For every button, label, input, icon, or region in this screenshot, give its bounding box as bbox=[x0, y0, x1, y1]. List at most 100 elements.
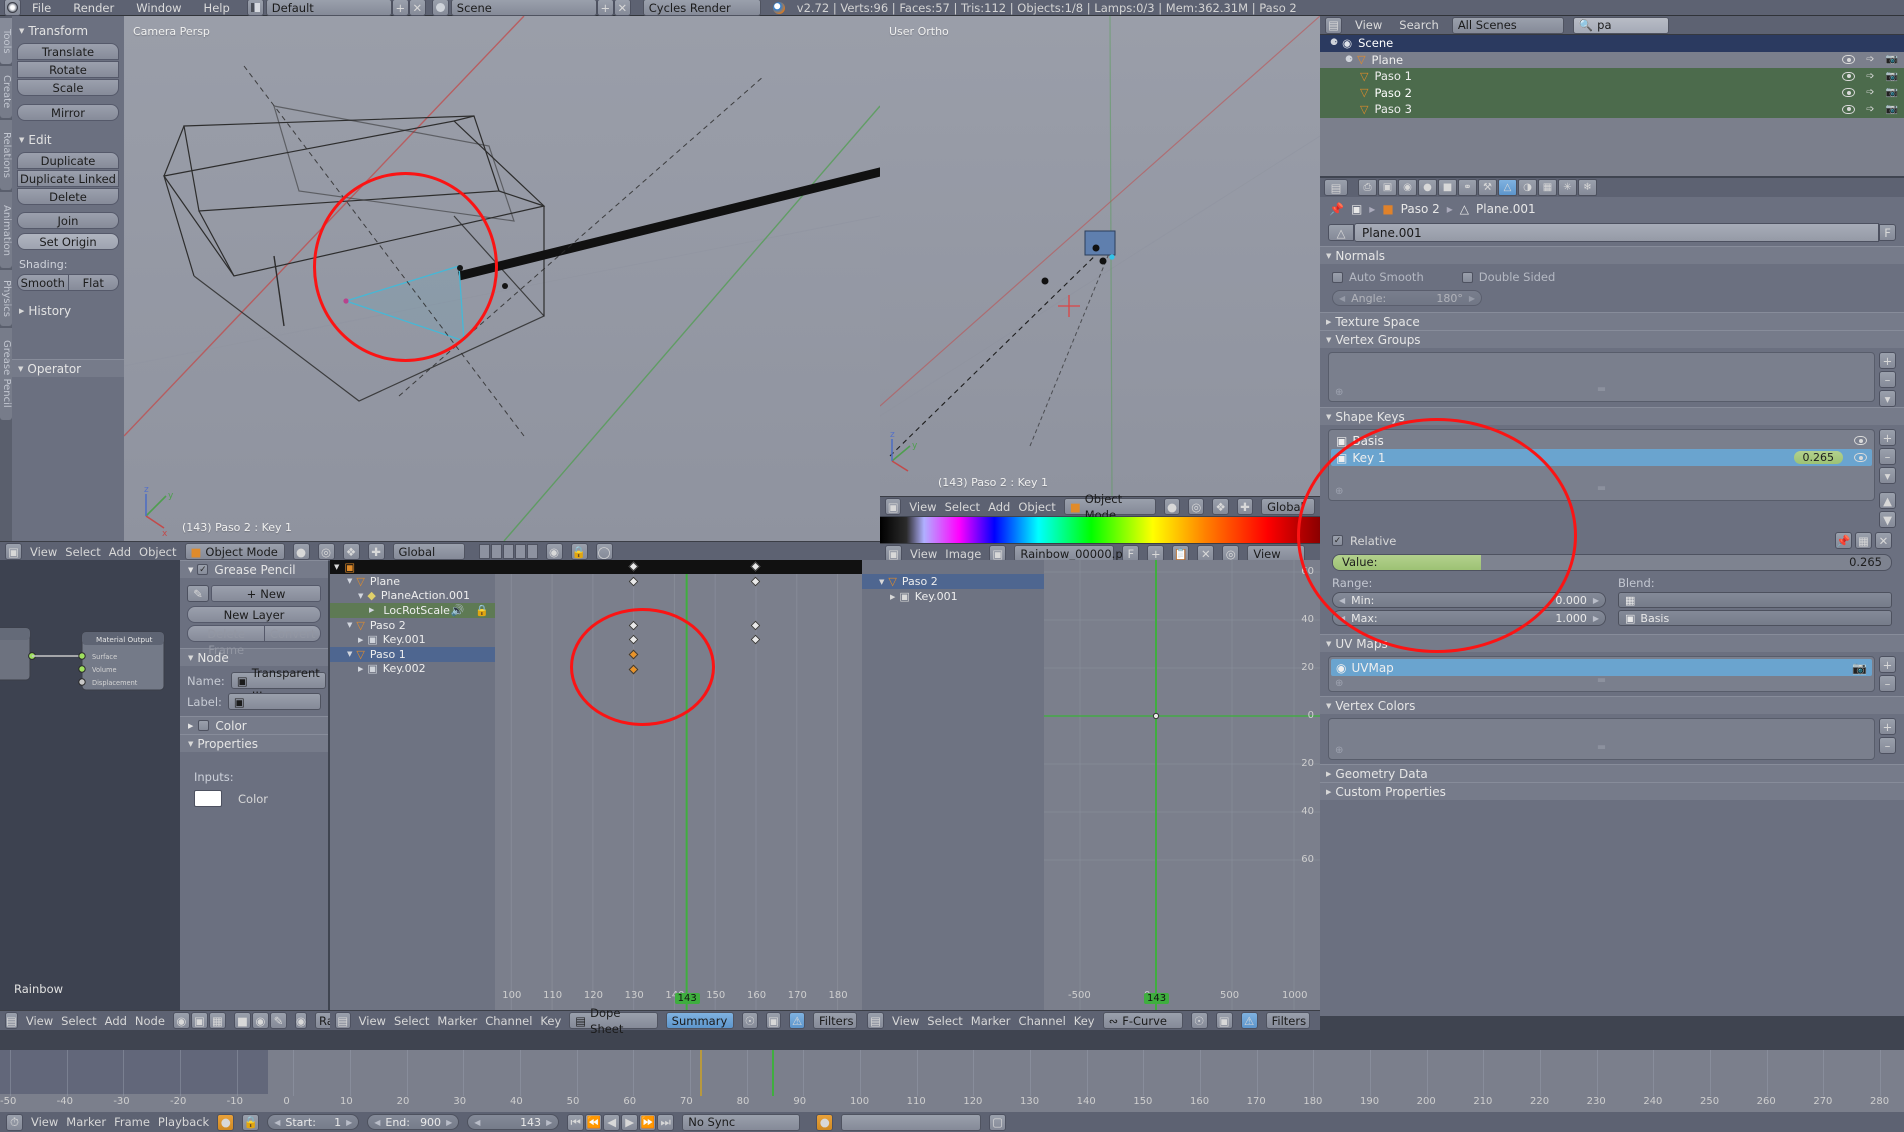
render-engine-select[interactable]: Cycles Render bbox=[642, 0, 761, 16]
vp1-menu-object[interactable]: Object bbox=[139, 545, 176, 559]
keyframe-marker[interactable] bbox=[751, 620, 761, 631]
outliner-row-paso-2[interactable]: ▽ Paso 2 ➩ 📷 bbox=[1320, 84, 1904, 101]
move-shape-key-down-button[interactable]: ▼ bbox=[1879, 511, 1896, 528]
dopesheet-channel-planeaction-001[interactable]: ▼ ◆ PlaneAction.001 bbox=[330, 589, 495, 604]
ne-texture-icon[interactable]: ▦ bbox=[208, 1012, 226, 1029]
duplicate-button[interactable]: Duplicate bbox=[17, 152, 119, 169]
shape-key-vertex-group-field[interactable]: ▦ bbox=[1618, 592, 1892, 608]
tl-menu-marker[interactable]: Marker bbox=[66, 1115, 106, 1129]
graph-editor-curve-area[interactable]: 6040200204060 -50005001000143 bbox=[1044, 560, 1320, 1010]
dopesheet-editor-type-icon[interactable]: ▤ bbox=[335, 1012, 351, 1029]
vp1-lock-icon[interactable]: 🔒 bbox=[570, 543, 588, 560]
ne-shader-type-icon[interactable]: ◉ bbox=[172, 1012, 190, 1029]
ds-only-selected-icon[interactable]: ☉ bbox=[742, 1012, 758, 1029]
dopesheet-keyframe-area[interactable]: 100110120130140150160170180143 bbox=[495, 560, 862, 1010]
translate-button[interactable]: Translate bbox=[17, 43, 119, 60]
edit-section-header[interactable]: Edit bbox=[19, 133, 119, 147]
properties-tab-texture-icon[interactable]: ▦ bbox=[1538, 179, 1557, 196]
mirror-button[interactable]: Mirror bbox=[17, 104, 119, 121]
keyframe-marker[interactable] bbox=[751, 576, 761, 587]
double-sided-checkbox[interactable] bbox=[1461, 271, 1473, 283]
ne-world-shader-icon[interactable]: ◉ bbox=[251, 1012, 269, 1029]
gr-menu-view[interactable]: View bbox=[892, 1014, 919, 1028]
prev-keyframe-button[interactable]: ⏪ bbox=[585, 1113, 603, 1131]
dopesheet-channel-paso-2[interactable]: ▼ ▽ Paso 2 bbox=[330, 618, 495, 633]
timeline-editor-type-icon[interactable]: ⏱ bbox=[6, 1113, 23, 1131]
vp1-proportional-icon[interactable]: ◯ bbox=[595, 543, 613, 560]
vertex-group-specials-button[interactable]: ▾ bbox=[1879, 390, 1896, 407]
add-vertex-group-button[interactable]: + bbox=[1879, 352, 1896, 369]
scale-button[interactable]: Scale bbox=[17, 79, 119, 96]
properties-tab-modifiers-icon[interactable]: ⚒ bbox=[1478, 179, 1497, 196]
remove-shape-key-button[interactable]: – bbox=[1879, 448, 1896, 465]
tl-auto-key-icon[interactable]: ● bbox=[217, 1113, 235, 1131]
gr-show-hidden-icon[interactable]: ▣ bbox=[1215, 1012, 1233, 1029]
node-editor-type-icon[interactable]: ▤ bbox=[5, 1012, 18, 1029]
vertex-groups-section-header[interactable]: Vertex Groups bbox=[1320, 330, 1904, 348]
grease-pencil-new-button[interactable]: + New bbox=[211, 585, 321, 602]
gr-show-errors-icon[interactable]: ⚠ bbox=[1240, 1012, 1258, 1029]
uv-map-camera-icon[interactable]: 📷 bbox=[1852, 661, 1867, 675]
keyframe-marker[interactable] bbox=[628, 649, 639, 660]
outliner-row-plane[interactable]: ⚈ ▽ Plane ➩ 📷 bbox=[1320, 52, 1904, 69]
tab-relations[interactable]: Relations bbox=[0, 120, 12, 190]
auto-smooth-row[interactable]: Auto Smooth bbox=[1332, 270, 1424, 284]
scene-select[interactable]: Scene bbox=[450, 0, 597, 16]
remove-vertex-group-button[interactable]: – bbox=[1879, 371, 1896, 388]
vp2-menu-select[interactable]: Select bbox=[945, 500, 980, 514]
menu-help[interactable]: Help bbox=[193, 1, 241, 15]
properties-tab-world-icon[interactable]: ● bbox=[1418, 179, 1437, 196]
shape-key-mute-icon[interactable] bbox=[1854, 436, 1867, 445]
vp1-menu-view[interactable]: View bbox=[30, 545, 57, 559]
dopesheet-channel-key-001[interactable]: ▶ ▣ Key.001 bbox=[330, 632, 495, 647]
ne-compositor-icon[interactable]: ▣ bbox=[190, 1012, 208, 1029]
breadcrumb-object[interactable]: Paso 2 bbox=[1401, 202, 1440, 216]
ne-lamp-shader-icon[interactable]: ✎ bbox=[269, 1012, 287, 1029]
shape-keys-section-header[interactable]: Shape Keys bbox=[1320, 407, 1904, 425]
keyframe-marker[interactable] bbox=[628, 620, 639, 631]
properties-editor-type-icon[interactable]: ▤ bbox=[1324, 179, 1348, 196]
shape-key-mute-icon[interactable] bbox=[1854, 453, 1867, 462]
ie-menu-view[interactable]: View bbox=[910, 547, 937, 561]
shape-key-min-field[interactable]: ◀ Min: 0.000 ▶ bbox=[1332, 592, 1606, 608]
vp1-menu-add[interactable]: Add bbox=[109, 545, 131, 559]
visibility-toggle-icon[interactable] bbox=[1842, 55, 1856, 65]
ds-show-hidden-icon[interactable]: ▣ bbox=[765, 1012, 782, 1029]
graph-channel-key-001[interactable]: ▶ ▣ Key.001 bbox=[862, 589, 1044, 604]
vp2-snap-icon[interactable]: ❖ bbox=[1212, 498, 1229, 515]
properties-tab-constraints-icon[interactable]: ⚭ bbox=[1458, 179, 1477, 196]
properties-tab-particles-icon[interactable]: ✳ bbox=[1558, 179, 1577, 196]
geometry-data-section-header[interactable]: Geometry Data bbox=[1320, 764, 1904, 782]
uv-maps-list[interactable]: ◉ UVMap 📷 ⊕ ═ bbox=[1328, 656, 1875, 692]
keyframe-marker[interactable] bbox=[628, 576, 639, 587]
vertex-colors-section-header[interactable]: Vertex Colors bbox=[1320, 696, 1904, 714]
duplicate-linked-button[interactable]: Duplicate Linked bbox=[17, 170, 119, 187]
node-name-field[interactable]: ▣ Transparent ... bbox=[230, 666, 326, 696]
graph-editor-type-icon[interactable]: ▤ bbox=[867, 1012, 884, 1029]
gr-menu-marker[interactable]: Marker bbox=[971, 1014, 1011, 1028]
gr-mode-select[interactable]: ∾ F-Curve bbox=[1102, 1012, 1183, 1029]
ds-menu-select[interactable]: Select bbox=[394, 1014, 429, 1028]
properties-section-header[interactable]: Properties bbox=[180, 734, 328, 752]
uv-maps-section-header[interactable]: UV Maps bbox=[1320, 634, 1904, 652]
flat-button[interactable]: Flat bbox=[68, 274, 119, 291]
shape-keys-list[interactable]: ▣ Basis ▣ Key 1 0.265 ⊕ ═ bbox=[1328, 429, 1875, 501]
auto-smooth-checkbox[interactable] bbox=[1332, 271, 1343, 283]
set-origin-button[interactable]: Set Origin bbox=[17, 233, 119, 250]
auto-smooth-angle-field[interactable]: ◀ Angle: 180° ▶ bbox=[1332, 290, 1482, 306]
shape-key-value-slider[interactable]: Value: 0.265 bbox=[1332, 554, 1892, 571]
smooth-button[interactable]: Smooth bbox=[17, 274, 69, 291]
keyframe-marker[interactable] bbox=[751, 634, 761, 645]
breadcrumb-data[interactable]: Plane.001 bbox=[1476, 202, 1536, 216]
timeline-editor[interactable]: -50 -40 -30 -20 -10 0 10 20 30 40 50 60 70 80 90 100 110… bbox=[0, 1050, 1904, 1112]
datablock-browse-icon[interactable]: △ bbox=[1328, 224, 1354, 241]
ds-menu-channel[interactable]: Channel bbox=[485, 1014, 532, 1028]
dopesheet-channel-key-002[interactable]: ▶ ▣ Key.002 bbox=[330, 662, 495, 677]
selectable-toggle-icon[interactable]: ➩ bbox=[1866, 104, 1874, 115]
scene-icon[interactable] bbox=[431, 0, 449, 16]
ne-menu-add[interactable]: Add bbox=[105, 1014, 127, 1028]
ne-menu-node[interactable]: Node bbox=[135, 1014, 165, 1028]
outliner-menu-search[interactable]: Search bbox=[1395, 18, 1443, 32]
properties-tab-render-icon[interactable]: ⎙ bbox=[1358, 179, 1377, 196]
ne-menu-select[interactable]: Select bbox=[61, 1014, 96, 1028]
